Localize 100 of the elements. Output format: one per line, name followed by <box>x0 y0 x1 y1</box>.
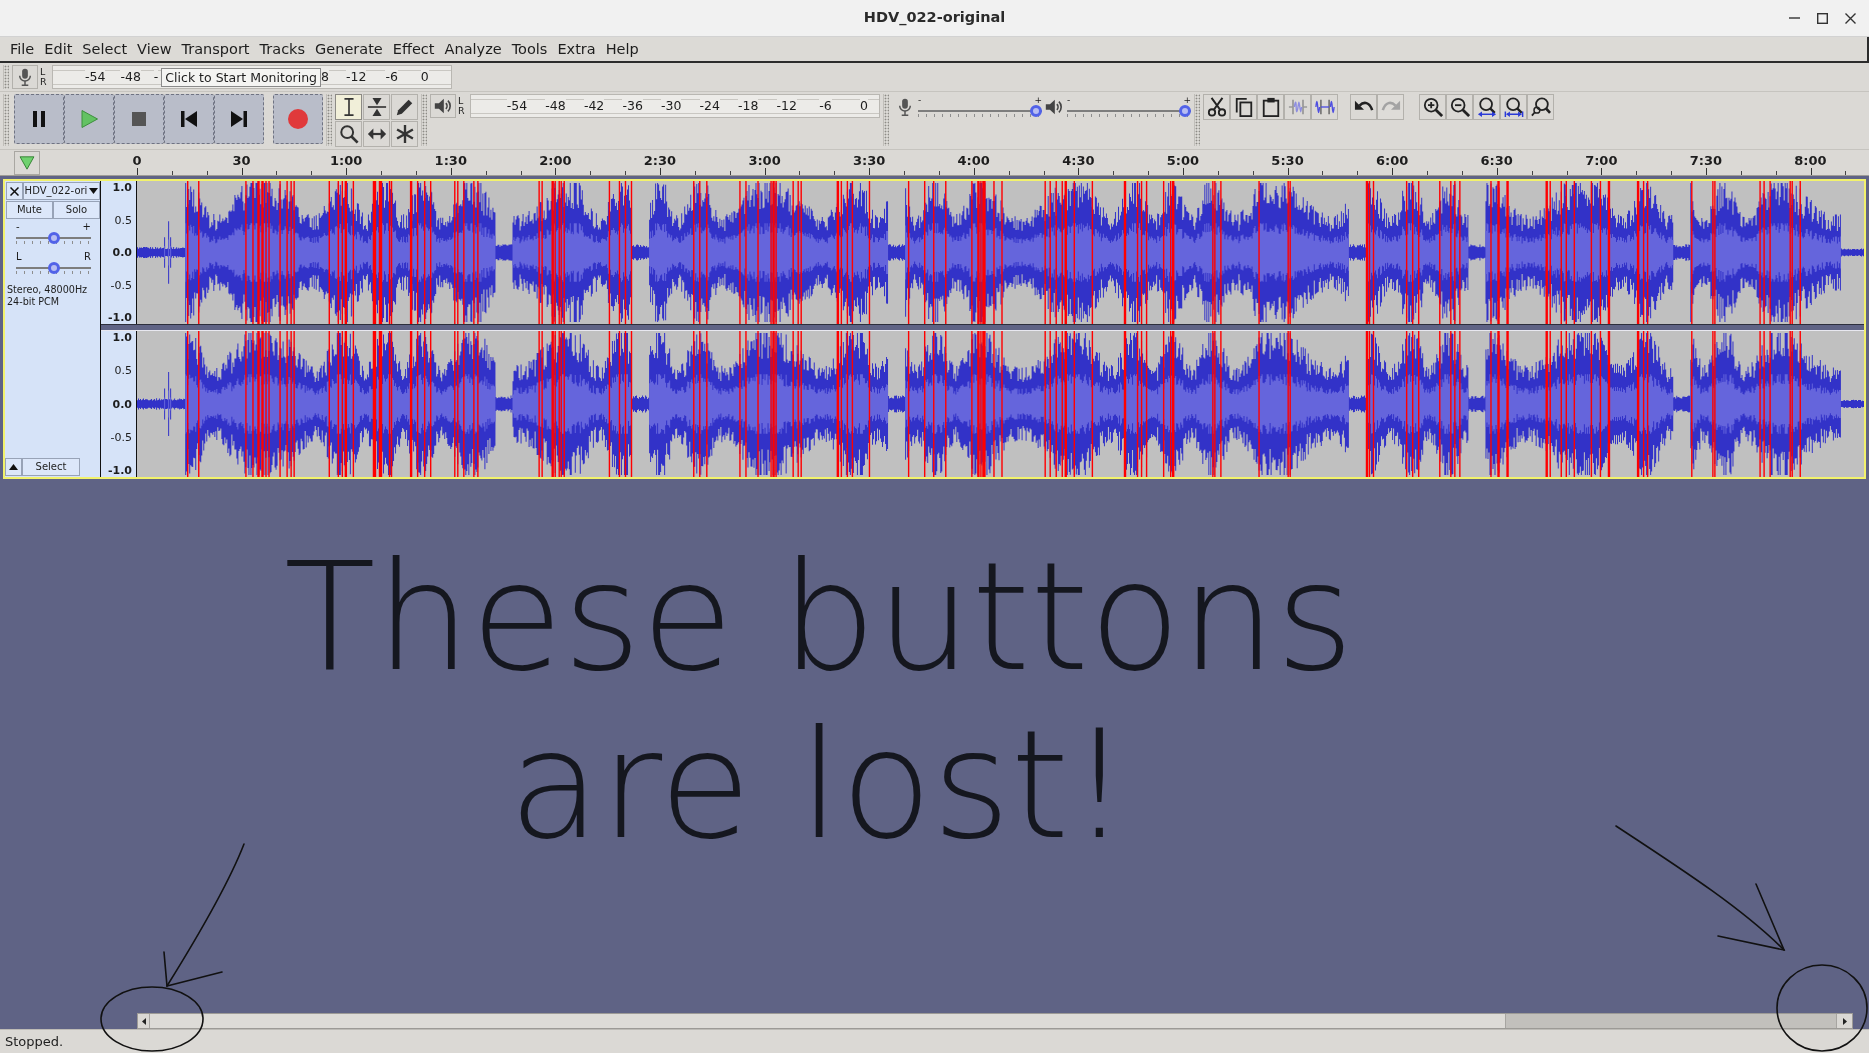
window-title: HDV_022-original <box>862 8 1007 28</box>
trim-audio-icon <box>1287 97 1308 117</box>
menu-item[interactable]: Effect <box>387 39 440 59</box>
speaker-icon <box>1045 97 1063 116</box>
amplitude-label: 0.5 <box>114 214 132 227</box>
menu-item[interactable]: Generate <box>310 39 388 59</box>
menu-item[interactable]: Transport <box>176 39 255 59</box>
slider-thumb[interactable] <box>47 232 60 244</box>
track-name-button[interactable]: HDV_022-ori <box>23 182 100 200</box>
menu-item[interactable]: Help <box>600 39 644 59</box>
time-label: 2:00 <box>538 152 573 168</box>
slider-thumb[interactable] <box>1179 105 1191 117</box>
copy-icon <box>1233 97 1254 117</box>
skip-to-end-button[interactable] <box>214 94 264 144</box>
menu-item[interactable]: Extra <box>552 39 601 59</box>
scroll-right-button[interactable] <box>1836 1014 1852 1028</box>
magnifier-bracket-icon <box>1503 97 1524 117</box>
pencil-icon <box>394 97 415 117</box>
maximize-icon <box>1816 12 1828 24</box>
toolbar-grip[interactable] <box>1194 94 1200 146</box>
pause-button[interactable] <box>14 94 64 144</box>
amplitude-label: -1.0 <box>107 312 132 324</box>
slider-max-label: R <box>84 252 91 262</box>
microphone-button[interactable] <box>12 65 38 89</box>
asterisk-icon <box>394 124 415 144</box>
zoom-out-button[interactable] <box>1446 94 1473 120</box>
toolbar-grip[interactable] <box>3 94 9 146</box>
draw-tool-button[interactable] <box>391 94 418 120</box>
time-label: 3:00 <box>747 152 782 168</box>
zoom-toggle-button[interactable] <box>1527 94 1554 120</box>
zoom-in-button[interactable] <box>1419 94 1446 120</box>
toolbar-grip[interactable] <box>421 94 427 146</box>
zoom-tool-button[interactable] <box>335 121 362 147</box>
fit-selection-button[interactable] <box>1473 94 1500 120</box>
magnifier-icon <box>338 124 359 144</box>
select-button[interactable]: Select <box>22 458 80 476</box>
time-label: 1:00 <box>329 152 364 168</box>
slider-thumb[interactable] <box>1030 105 1042 117</box>
amplitude-label: -0.5 <box>110 431 132 444</box>
triangle-icon <box>19 154 35 171</box>
menu-item[interactable]: Tracks <box>254 39 311 59</box>
time-label: 7:00 <box>1584 152 1619 168</box>
menu-item[interactable]: Select <box>77 39 133 59</box>
time-label: 5:00 <box>1165 152 1201 168</box>
menu-item[interactable]: Analyze <box>439 39 507 59</box>
cut-button[interactable] <box>1203 94 1230 120</box>
multi-tool-button[interactable] <box>391 121 418 147</box>
time-shift-tool-button[interactable] <box>363 121 390 147</box>
meter-scale-label: 0 <box>859 97 868 113</box>
slider-min-label: - <box>918 96 922 105</box>
toolbar-grip[interactable] <box>3 65 9 89</box>
menu-item[interactable]: Edit <box>39 39 78 59</box>
channel-label: L <box>458 96 465 106</box>
annotation-text: These buttons are lost! <box>283 533 1355 869</box>
amplitude-label: 0.5 <box>114 365 132 378</box>
paste-button[interactable] <box>1257 94 1284 120</box>
fit-project-button[interactable] <box>1500 94 1527 120</box>
silence-button[interactable] <box>1311 94 1338 120</box>
skip-to-end-icon <box>228 108 250 130</box>
track-info-text: 24-bit PCM <box>6 296 60 308</box>
meter-scale-label: -18 <box>738 97 759 113</box>
selection-tool-button[interactable] <box>335 94 362 120</box>
scissors-icon <box>1206 97 1227 117</box>
time-label: 6:00 <box>1374 152 1410 168</box>
undo-button[interactable] <box>1350 94 1377 120</box>
toolbar-grip[interactable] <box>326 94 332 146</box>
caret-icon <box>9 464 18 470</box>
scrollbar-thumb[interactable] <box>150 1014 1506 1028</box>
skip-to-start-button[interactable] <box>164 94 214 144</box>
copy-button[interactable] <box>1230 94 1257 120</box>
record-button[interactable] <box>273 94 323 144</box>
toolbar-grip[interactable] <box>883 94 889 146</box>
caret-icon <box>141 1017 146 1025</box>
zoom-in-icon <box>1422 97 1443 117</box>
recording-meter[interactable]: -54 -48 - Click to Start Monitoring 8 -12 -6 0 <box>52 65 452 89</box>
horizontal-scrollbar[interactable] <box>137 1013 1853 1029</box>
time-label: 0 <box>131 152 143 168</box>
record-icon <box>287 108 309 130</box>
collapse-button[interactable] <box>5 458 22 476</box>
track-info-text: Stereo, 48000Hz <box>6 284 89 296</box>
arrows-to-line-icon <box>366 97 387 117</box>
meter-scale-label: -6 <box>819 97 832 113</box>
time-label: 8:00 <box>1793 152 1828 168</box>
play-icon <box>78 108 100 130</box>
mute-button[interactable]: Mute <box>6 201 53 219</box>
playback-meter[interactable]: -54 -48 -42 -36 -30 -24 -18 -12 -6 0 <box>470 94 880 118</box>
amplitude-label: 0.0 <box>112 247 132 259</box>
time-label: 2:30 <box>642 152 678 168</box>
meter-scale-label: -6 <box>385 70 398 84</box>
envelope-tool-button[interactable] <box>363 94 390 120</box>
stop-button[interactable] <box>114 94 164 144</box>
solo-button[interactable]: Solo <box>53 201 100 219</box>
menu-item[interactable]: View <box>132 39 177 59</box>
menu-item[interactable]: File <box>5 39 40 59</box>
scroll-left-button[interactable] <box>138 1014 150 1028</box>
menu-item[interactable]: Tools <box>506 39 553 59</box>
time-label: 4:00 <box>956 152 991 168</box>
slider-thumb[interactable] <box>47 262 60 274</box>
track-close-button[interactable] <box>6 182 23 200</box>
speaker-button[interactable] <box>430 94 456 118</box>
